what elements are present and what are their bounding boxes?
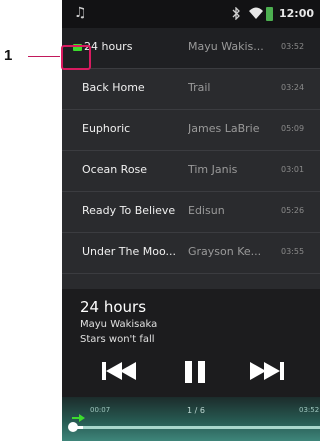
- skip-previous-icon[interactable]: [102, 360, 142, 386]
- track-list: 24 hours Mayu Wakis... 03:52 Back Home T…: [62, 28, 320, 289]
- track-duration: 03:24: [281, 83, 305, 92]
- track-duration: 03:01: [281, 165, 305, 174]
- pause-icon[interactable]: [183, 360, 207, 388]
- now-playing-album: Stars won't fall: [80, 334, 155, 345]
- track-artist: Tim Janis: [188, 163, 238, 176]
- track-row[interactable]: 24 hours Mayu Wakis... 03:52: [62, 28, 320, 69]
- music-note-icon: ♫: [74, 5, 87, 21]
- track-title: Ready To Believe: [82, 204, 176, 217]
- track-artist: Edisun: [188, 204, 225, 217]
- battery-icon: [266, 7, 273, 21]
- track-row[interactable]: Back Home Trail 03:24: [62, 69, 320, 110]
- track-row[interactable]: Ready To Believe Edisun 05:26: [62, 192, 320, 233]
- playback-controls: [62, 355, 320, 391]
- track-title: 24 hours: [84, 40, 133, 53]
- now-playing-artist: Mayu Wakisaka: [80, 319, 158, 330]
- wifi-icon: [249, 7, 263, 22]
- track-title: Under The Moo...: [82, 245, 176, 258]
- track-row[interactable]: Ocean Rose Tim Janis 03:01: [62, 151, 320, 192]
- track-artist: James LaBrie: [188, 122, 260, 135]
- track-title: Ocean Rose: [82, 163, 148, 176]
- now-playing-title: 24 hours: [80, 298, 147, 316]
- track-duration: 05:09: [281, 124, 305, 133]
- track-title: Back Home: [82, 81, 145, 94]
- track-duration: 03:55: [281, 247, 305, 256]
- callout-highlight-box: [61, 45, 91, 70]
- track-duration: 03:52: [281, 42, 305, 51]
- seek-thumb[interactable]: [68, 422, 78, 432]
- callout-number: 1: [4, 47, 13, 64]
- track-artist: Grayson Ke...: [188, 245, 262, 258]
- status-bar: ♫ 12:00: [62, 0, 320, 28]
- bluetooth-icon: [232, 6, 241, 23]
- track-artist: Trail: [188, 81, 211, 94]
- seek-bar[interactable]: [76, 426, 320, 429]
- now-playing-panel: 24 hours Mayu Wakisaka Stars won't fall …: [62, 289, 320, 441]
- status-time: 12:00: [279, 7, 315, 20]
- track-position: 1 / 6: [187, 406, 205, 415]
- track-row[interactable]: Under The Moo... Grayson Ke... 03:55: [62, 233, 320, 274]
- track-artist: Mayu Wakis...: [188, 40, 264, 53]
- track-duration: 05:26: [281, 206, 305, 215]
- skip-next-icon[interactable]: [248, 360, 288, 386]
- callout-line: [28, 56, 60, 57]
- elapsed-time: 00:07: [90, 406, 111, 414]
- phone-screen: ♫ 12:00 24 hours Mayu Wakis... 03:52 Bac…: [62, 0, 320, 441]
- track-row[interactable]: Euphoric James LaBrie 05:09: [62, 110, 320, 151]
- total-time: 03:52: [299, 406, 320, 414]
- track-title: Euphoric: [82, 122, 131, 135]
- progress-area: 00:07 1 / 6 03:52: [62, 397, 320, 441]
